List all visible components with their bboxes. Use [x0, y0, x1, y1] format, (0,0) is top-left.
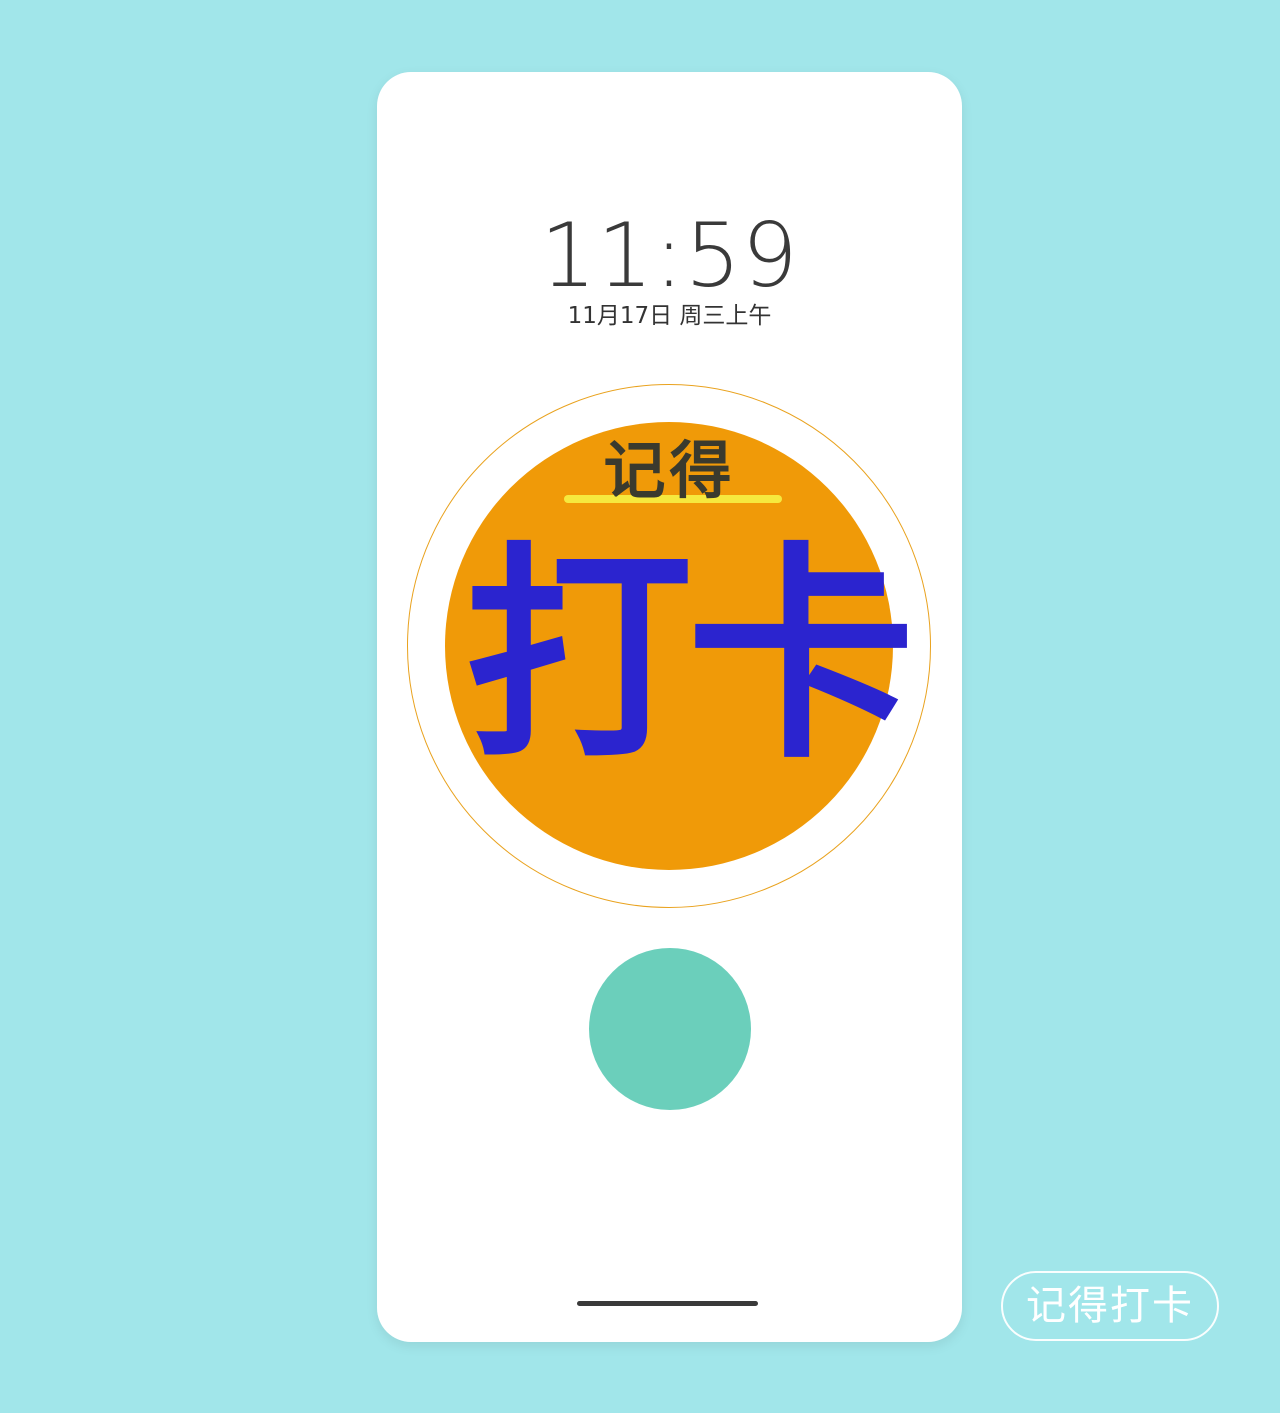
- lockscreen-clock: 11:59: [540, 204, 799, 307]
- watermark-badge: 记得打卡: [1001, 1271, 1219, 1341]
- home-indicator[interactable]: [577, 1301, 758, 1306]
- clock-in-button[interactable]: [589, 948, 751, 1110]
- phone-screen: 11:59 11月17日 周三上午 记得 打卡: [377, 72, 962, 1342]
- poster-big-text: 打卡: [465, 523, 915, 789]
- poster-small-text: 记得: [603, 434, 736, 507]
- lockscreen-date: 11月17日 周三上午: [567, 303, 772, 329]
